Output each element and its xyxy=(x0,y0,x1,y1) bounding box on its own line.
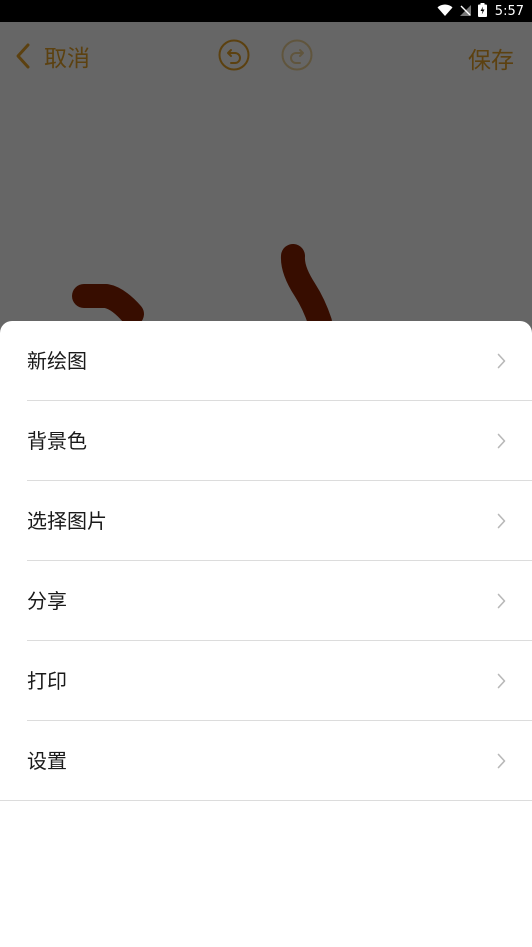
chevron-right-icon xyxy=(497,513,506,533)
chevron-right-icon xyxy=(497,353,506,373)
chevron-right-icon xyxy=(497,593,506,613)
divider xyxy=(0,800,532,801)
chevron-right-icon xyxy=(497,433,506,453)
menu-item-label: 打印 xyxy=(27,669,67,693)
battery-charging-icon xyxy=(477,2,487,21)
menu-item-label: 分享 xyxy=(27,589,67,613)
menu-item-share[interactable]: 分享 xyxy=(0,561,532,641)
status-icons: 5:57 xyxy=(437,2,524,20)
no-signal-icon xyxy=(459,2,472,21)
menu-item-settings[interactable]: 设置 xyxy=(0,721,532,801)
menu-item-select-image[interactable]: 选择图片 xyxy=(0,481,532,561)
status-bar: 5:57 xyxy=(0,0,532,22)
menu-item-label: 背景色 xyxy=(27,429,87,453)
menu-item-background-color[interactable]: 背景色 xyxy=(0,401,532,481)
chevron-right-icon xyxy=(497,673,506,693)
status-time: 5:57 xyxy=(494,3,524,19)
menu-item-print[interactable]: 打印 xyxy=(0,641,532,721)
action-sheet: 新绘图 背景色 选择图片 分享 打印 设置 xyxy=(0,321,532,947)
menu-item-label: 选择图片 xyxy=(27,509,107,533)
menu-item-label: 设置 xyxy=(27,749,67,773)
menu-item-new-drawing[interactable]: 新绘图 xyxy=(0,321,532,401)
menu-item-label: 新绘图 xyxy=(27,349,87,373)
wifi-icon xyxy=(437,2,453,21)
chevron-right-icon xyxy=(497,753,506,773)
